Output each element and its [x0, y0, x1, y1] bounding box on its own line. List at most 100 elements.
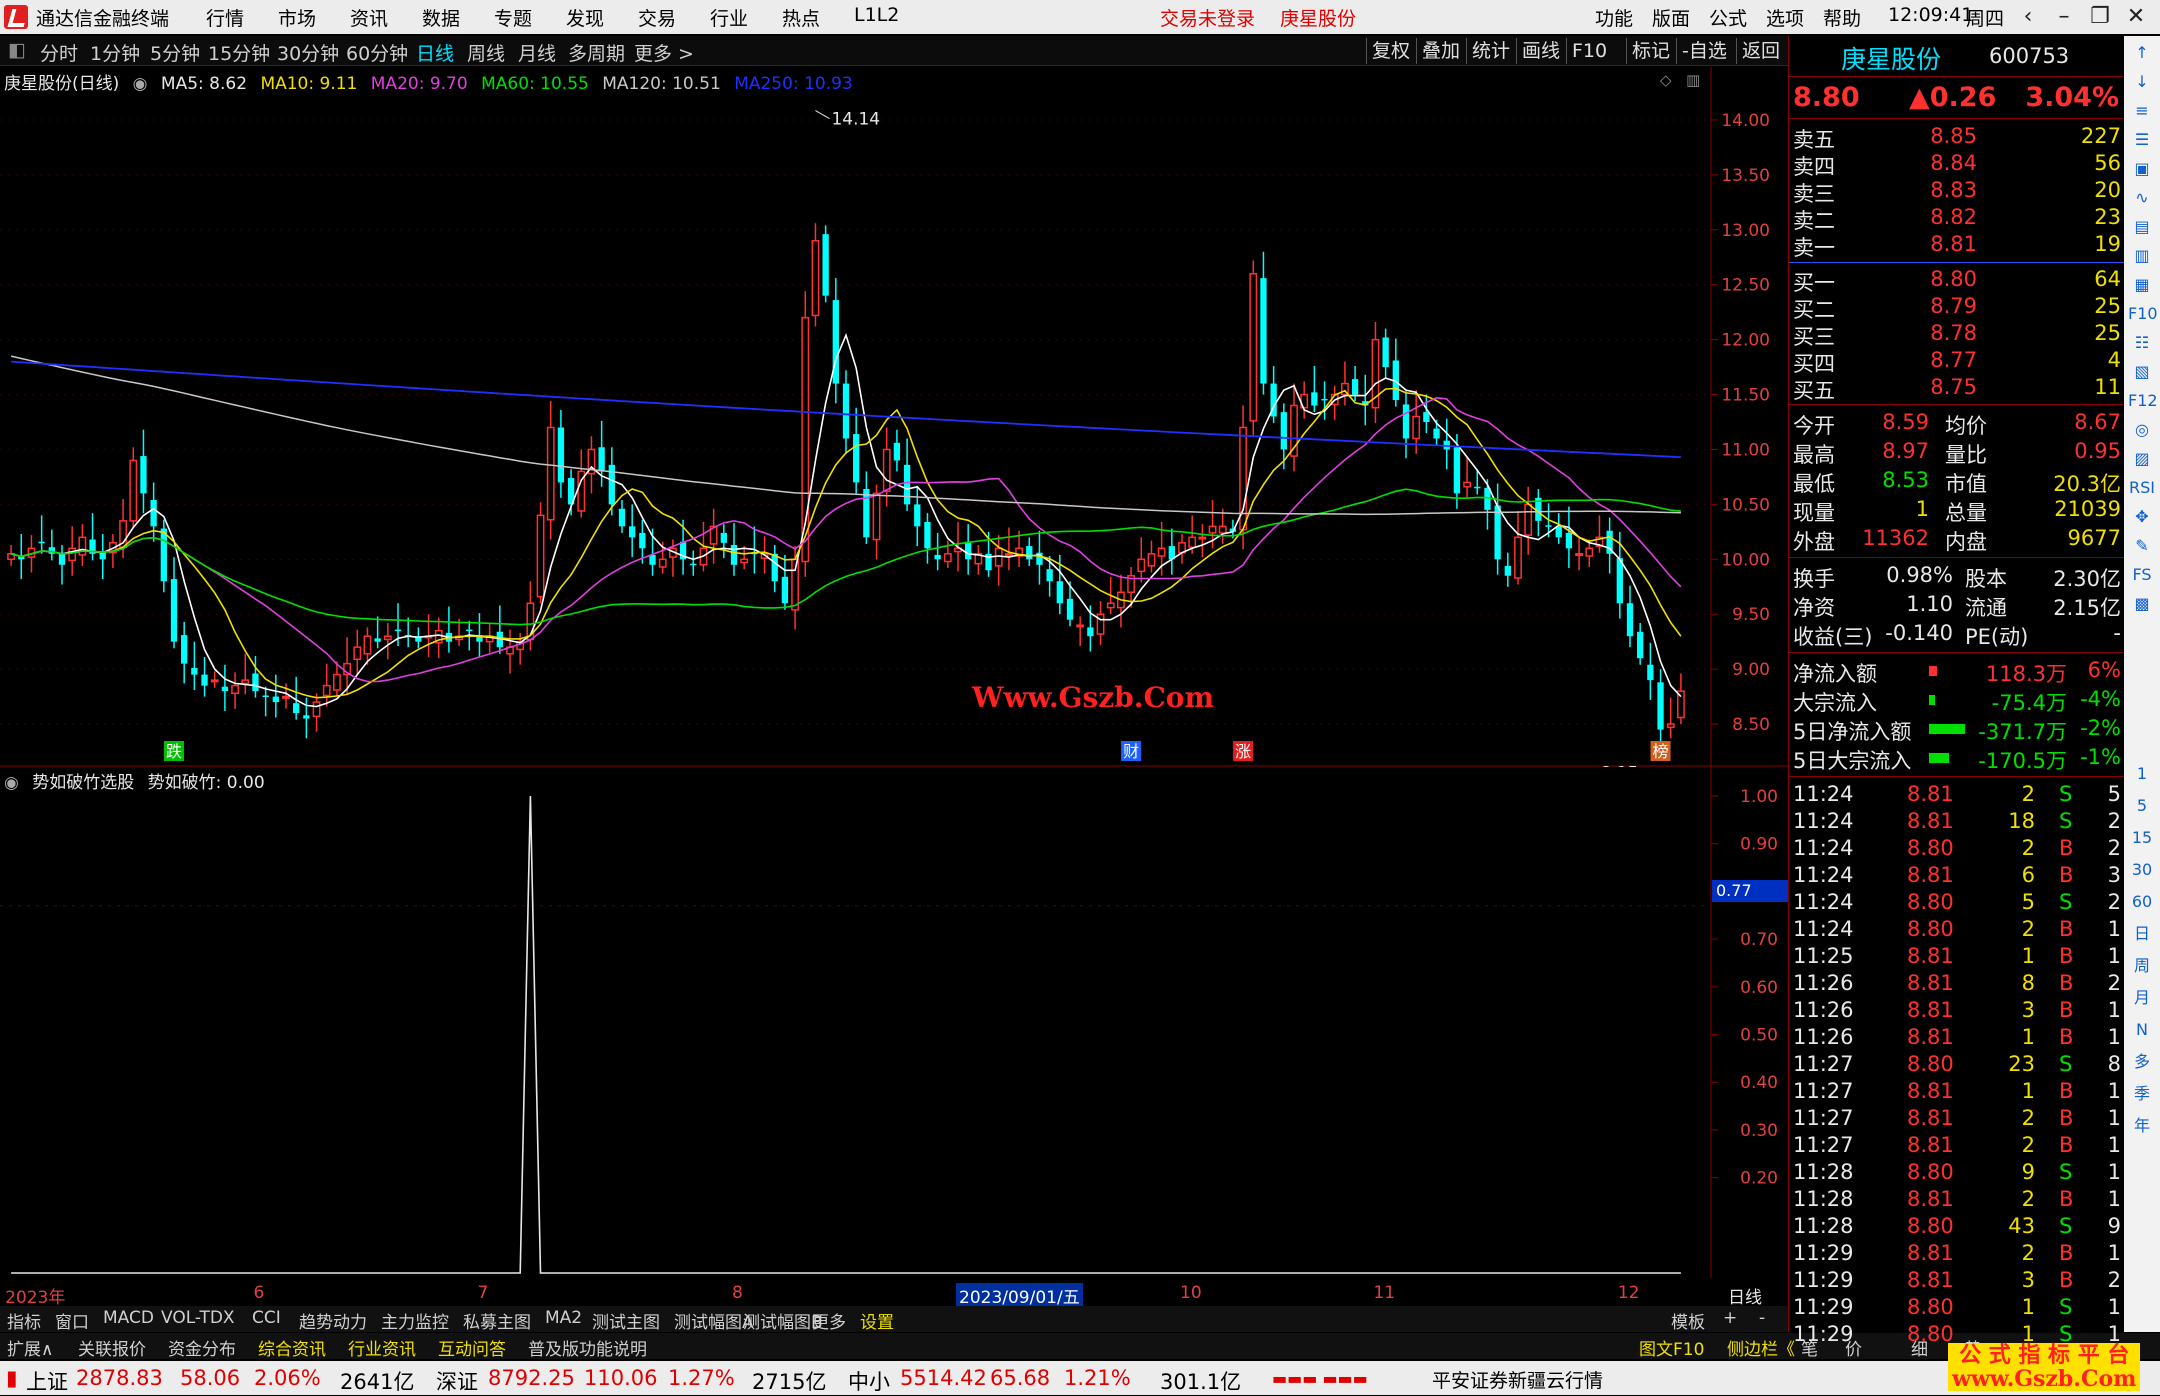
menu-item-l1l2[interactable]: L1L2 [854, 4, 899, 26]
tab-period-intraday[interactable]: 分时 [40, 39, 78, 66]
menu-item-discover[interactable]: 发现 [566, 4, 604, 31]
side-tool-icon[interactable]: 5 [2128, 793, 2156, 819]
menu-item-function[interactable]: 功能 [1595, 4, 1633, 31]
indicator-tab[interactable]: MACD [100, 1308, 157, 1328]
side-tool-icon[interactable]: ▤ [2128, 214, 2156, 240]
indicator-chart[interactable]: ◉ 势如破竹选股 势如破竹: 0.00 1.00 0.90 0.70 0.60 0.50… [0, 768, 1788, 1278]
menu-item-quotes[interactable]: 行情 [206, 4, 244, 31]
tab-period-multi[interactable]: 多周期 [568, 39, 625, 66]
indicator-tab[interactable]: 私募主图 [460, 1308, 534, 1333]
extension-tab[interactable]: 行业资讯 [345, 1335, 419, 1360]
back-arrow-icon[interactable]: ‹ [2010, 2, 2046, 32]
bid-row[interactable]: 买五 8.75 11 [1789, 375, 2125, 403]
extension-tab[interactable]: 普及版功能说明 [525, 1335, 650, 1360]
menu-item-topics[interactable]: 专题 [494, 4, 532, 31]
side-tool-icon[interactable]: ▩ [2128, 591, 2156, 617]
tab-tool-button[interactable]: - [1756, 1308, 1768, 1328]
f10-button[interactable]: F10 [1566, 38, 1612, 64]
side-tool-icon[interactable]: 年 [2128, 1113, 2156, 1139]
ask-row[interactable]: 卖四 8.84 56 [1789, 151, 2125, 179]
side-tool-icon[interactable]: ✥ [2128, 504, 2156, 530]
indicator-tab[interactable]: 更多 [809, 1308, 849, 1333]
side-tool-icon[interactable]: 1 [2128, 761, 2156, 787]
return-button[interactable]: 返回 [1736, 38, 1785, 64]
side-tool-icon[interactable]: ▥ [2128, 243, 2156, 269]
side-tool-icon[interactable]: ☷ [2128, 330, 2156, 356]
menu-item-help[interactable]: 帮助 [1823, 4, 1861, 31]
extension-tab[interactable]: 扩展∧ [4, 1335, 56, 1360]
side-tool-icon[interactable]: 季 [2128, 1081, 2156, 1107]
sme-index-label[interactable]: 中小 [848, 1366, 890, 1396]
draw-button[interactable]: 画线 [1516, 38, 1565, 64]
side-tool-icon[interactable]: 15 [2128, 825, 2156, 851]
indicator-tab[interactable]: CCI [249, 1308, 284, 1328]
tab-tool-button[interactable]: + [1720, 1308, 1740, 1328]
side-tool-icon[interactable]: ▧ [2128, 359, 2156, 385]
side-tool-icon[interactable]: FS [2128, 562, 2156, 588]
extension-tab[interactable]: 资金分布 [165, 1335, 239, 1360]
menu-item-formula[interactable]: 公式 [1709, 4, 1747, 31]
tab-period-weekly[interactable]: 周线 [467, 39, 505, 66]
indicator-tab[interactable]: 指标 [4, 1308, 44, 1333]
side-tool-icon[interactable]: ↑ [2128, 40, 2156, 66]
menu-item-news[interactable]: 资讯 [350, 4, 388, 31]
indicator-tab[interactable]: MA2 [542, 1308, 585, 1328]
tab-tool-button[interactable]: 模板 [1668, 1308, 1708, 1333]
side-tool-icon[interactable]: ↓ [2128, 69, 2156, 95]
menu-item-hot[interactable]: 热点 [782, 4, 820, 31]
menu-item-data[interactable]: 数据 [422, 4, 460, 31]
indicator-tab[interactable]: 趋势动力 [296, 1308, 370, 1333]
side-tool-icon[interactable]: RSI [2128, 475, 2156, 501]
tab-period-daily[interactable]: 日线 [416, 39, 454, 66]
ask-row[interactable]: 卖一 8.81 19 [1789, 232, 2125, 260]
side-tool-icon[interactable]: 周 [2128, 953, 2156, 979]
bid-row[interactable]: 买三 8.78 25 [1789, 321, 2125, 349]
extension-tab[interactable]: 综合资讯 [255, 1335, 329, 1360]
indicator-tab[interactable]: 设置 [857, 1308, 897, 1333]
extension-right-tab[interactable]: 侧边栏《 [1724, 1335, 1798, 1360]
tab-period-5min[interactable]: 5分钟 [150, 39, 200, 66]
indicator-tab[interactable]: 主力监控 [378, 1308, 452, 1333]
side-tool-icon[interactable]: ▨ [2128, 446, 2156, 472]
restore-icon[interactable]: ❐ [2082, 2, 2118, 32]
menu-item-market[interactable]: 市场 [278, 4, 316, 31]
login-status[interactable]: 交易未登录 [1160, 4, 1255, 31]
side-tool-icon[interactable]: ∿ [2128, 185, 2156, 211]
adjust-button[interactable]: 复权 [1366, 38, 1415, 64]
extension-tab[interactable]: 互动问答 [435, 1335, 509, 1360]
menu-item-trade[interactable]: 交易 [638, 4, 676, 31]
side-tool-icon[interactable]: ◎ [2128, 417, 2156, 443]
ask-row[interactable]: 卖三 8.83 20 [1789, 178, 2125, 206]
side-tool-icon[interactable]: 日 [2128, 921, 2156, 947]
menu-item-industry[interactable]: 行业 [710, 4, 748, 31]
tab-period-more[interactable]: 更多 > [634, 39, 694, 66]
side-tool-icon[interactable]: 月 [2128, 985, 2156, 1011]
bid-row[interactable]: 买二 8.79 25 [1789, 294, 2125, 322]
ask-row[interactable]: 卖二 8.82 23 [1789, 205, 2125, 233]
indicator-tab[interactable]: 窗口 [52, 1308, 92, 1333]
side-tool-icon[interactable]: 30 [2128, 857, 2156, 883]
tab-period-monthly[interactable]: 月线 [518, 39, 556, 66]
side-tool-icon[interactable]: 60 [2128, 889, 2156, 915]
side-tool-icon[interactable]: ▦ [2128, 272, 2156, 298]
side-tool-icon[interactable]: ▣ [2128, 156, 2156, 182]
indicator-tab[interactable]: VOL-TDX [158, 1308, 238, 1328]
minimize-icon[interactable]: – [2046, 2, 2082, 32]
side-tool-icon[interactable]: ✎ [2128, 533, 2156, 559]
side-tool-icon[interactable]: F12 [2128, 388, 2158, 414]
kline-chart[interactable]: 庚星股份(日线) ◉ MA5: 8.62 MA10: 9.11 MA20: 9.… [0, 67, 1788, 767]
side-tool-icon[interactable]: N [2128, 1017, 2156, 1043]
remove-watchlist-button[interactable]: -自选 [1676, 38, 1732, 64]
panel-toggle-icon[interactable]: ◧ [8, 39, 26, 61]
close-icon[interactable]: ✕ [2118, 2, 2154, 32]
menu-item-layout[interactable]: 版面 [1652, 4, 1690, 31]
sz-index-label[interactable]: 深证 [436, 1366, 478, 1396]
overlay-button[interactable]: 叠加 [1416, 38, 1465, 64]
indicator-tab[interactable]: 测试主图 [589, 1308, 663, 1333]
mark-button[interactable]: 标记 [1626, 38, 1675, 64]
stats-button[interactable]: 统计 [1466, 38, 1515, 64]
side-tool-icon[interactable]: ☰ [2128, 127, 2156, 153]
extension-tab[interactable]: 关联报价 [75, 1335, 149, 1360]
tab-period-60min[interactable]: 60分钟 [346, 39, 408, 66]
side-tool-icon[interactable]: 多 [2128, 1049, 2156, 1075]
